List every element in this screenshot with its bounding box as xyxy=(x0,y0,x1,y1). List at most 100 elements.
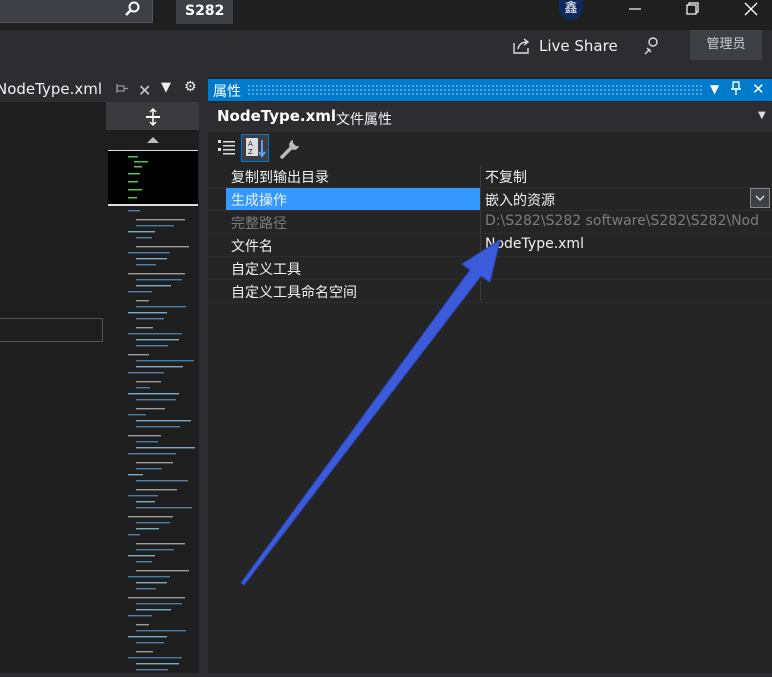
minimap-line xyxy=(136,669,168,671)
minimap-line xyxy=(136,264,156,266)
minimap-line xyxy=(136,549,174,551)
property-name: 文件名 xyxy=(231,239,273,255)
property-name: 自定义工具命名空间 xyxy=(231,285,357,301)
minimap-line xyxy=(128,597,185,599)
editor-splitter[interactable] xyxy=(106,102,199,130)
administrator-badge[interactable]: 管理员 xyxy=(690,30,762,60)
minimap-line xyxy=(128,636,167,638)
minimap-line xyxy=(136,522,170,524)
editor-input-field[interactable] xyxy=(0,318,103,342)
minimap-line xyxy=(136,663,179,665)
column-divider xyxy=(480,280,481,302)
minimap-line xyxy=(136,360,194,362)
column-divider xyxy=(480,257,481,279)
alphabetical-icon[interactable]: A Z xyxy=(241,134,269,162)
minimap-line xyxy=(128,453,176,455)
property-row-copy-to-output[interactable]: 复制到输出目录 不复制 xyxy=(208,165,772,188)
minimap-line xyxy=(128,252,170,254)
property-value[interactable]: 不复制 xyxy=(485,167,527,187)
property-row-build-action[interactable]: 生成操作 嵌入的资源 xyxy=(208,188,772,211)
solution-name-badge: S282 xyxy=(176,0,234,24)
property-row-full-path[interactable]: 完整路径 D:\S282\S282 software\S282\S282\Nod xyxy=(208,211,772,234)
minimap-line xyxy=(136,630,186,632)
property-value[interactable]: 嵌入的资源 xyxy=(485,190,555,210)
minimap-line xyxy=(128,657,182,659)
minimap-line xyxy=(136,480,188,482)
minimize-icon[interactable] xyxy=(620,0,650,20)
minimap-line xyxy=(136,339,179,341)
minimap-line xyxy=(136,318,164,320)
minimap-line xyxy=(136,279,182,281)
minimap-line xyxy=(136,501,155,503)
minimap-line xyxy=(136,366,183,368)
live-share-button[interactable]: Live Share xyxy=(512,36,618,56)
close-window-icon[interactable] xyxy=(736,0,766,20)
minimap-line xyxy=(128,516,173,518)
minimap-line xyxy=(136,507,192,509)
categorized-icon[interactable] xyxy=(217,138,237,158)
minimap-line xyxy=(128,555,155,557)
live-share-label: Live Share xyxy=(539,37,618,55)
object-type: 文件属性 xyxy=(336,112,392,128)
document-tab-label[interactable]: NodeType.xml xyxy=(0,80,102,98)
minimap-line xyxy=(136,624,149,626)
minimap-line xyxy=(128,414,146,416)
minimap-line xyxy=(136,420,191,422)
property-row-custom-tool[interactable]: 自定义工具 xyxy=(208,257,772,280)
minimap-line xyxy=(136,588,156,590)
settings-icon[interactable]: ⚙ xyxy=(184,79,197,95)
code-editor[interactable] xyxy=(0,102,106,673)
minimap-line xyxy=(136,237,152,239)
property-name: 完整路径 xyxy=(231,216,287,232)
auto-hide-pin-icon[interactable] xyxy=(730,80,742,96)
minimap-line xyxy=(128,393,179,395)
property-name: 自定义工具 xyxy=(231,262,301,278)
pin-icon[interactable] xyxy=(115,82,129,96)
window-position-dropdown-icon[interactable]: ▼ xyxy=(710,82,719,96)
code-minimap[interactable] xyxy=(106,130,199,673)
column-divider xyxy=(480,165,481,187)
minimap-line xyxy=(136,219,185,221)
minimap-line xyxy=(128,576,170,578)
minimap-line xyxy=(128,474,143,476)
minimap-line xyxy=(128,534,140,536)
column-divider xyxy=(480,234,481,256)
minimap-line xyxy=(136,489,177,491)
property-value[interactable]: NodeType.xml xyxy=(485,236,584,252)
restore-icon[interactable] xyxy=(678,0,708,20)
property-value[interactable]: D:\S282\S282 software\S282\S282\Nod xyxy=(485,213,759,229)
header-grip xyxy=(247,84,702,95)
minimap-line xyxy=(136,258,167,260)
build-action-dropdown-button[interactable] xyxy=(750,188,770,208)
minimap-line xyxy=(128,615,152,617)
minimap-line xyxy=(136,582,167,584)
feedback-icon[interactable] xyxy=(642,36,662,56)
minimap-line xyxy=(136,300,149,302)
minimap-line xyxy=(136,570,189,572)
chevron-down-icon xyxy=(755,195,765,201)
minimap-line xyxy=(136,306,186,308)
close-tab-icon[interactable]: ✕ xyxy=(138,81,151,100)
column-divider xyxy=(480,211,481,233)
minimap-line xyxy=(128,291,152,293)
minimap-line xyxy=(136,381,161,383)
minimap-line xyxy=(128,333,182,335)
minimap-line xyxy=(136,603,182,605)
close-panel-icon[interactable]: ✕ xyxy=(752,80,765,98)
minimap-viewport[interactable] xyxy=(108,150,198,206)
minimap-line xyxy=(136,468,162,470)
vertical-scrollbar[interactable] xyxy=(199,102,207,673)
search-icon[interactable] xyxy=(124,0,142,18)
minimap-line xyxy=(128,210,140,212)
live-share-icon xyxy=(513,38,530,54)
property-name: 复制到输出目录 xyxy=(231,170,329,186)
property-pages-icon[interactable] xyxy=(278,137,302,161)
minimap-line xyxy=(128,435,161,437)
minimap-line xyxy=(136,642,164,644)
property-row-file-name[interactable]: 文件名 NodeType.xml xyxy=(208,234,772,257)
tab-list-dropdown-icon[interactable]: ▼ xyxy=(161,80,171,95)
chevron-down-icon[interactable]: ▼ xyxy=(758,110,766,121)
property-row-custom-tool-namespace[interactable]: 自定义工具命名空间 xyxy=(208,280,772,303)
minimap-line xyxy=(136,462,173,464)
minimap-line xyxy=(136,285,171,287)
